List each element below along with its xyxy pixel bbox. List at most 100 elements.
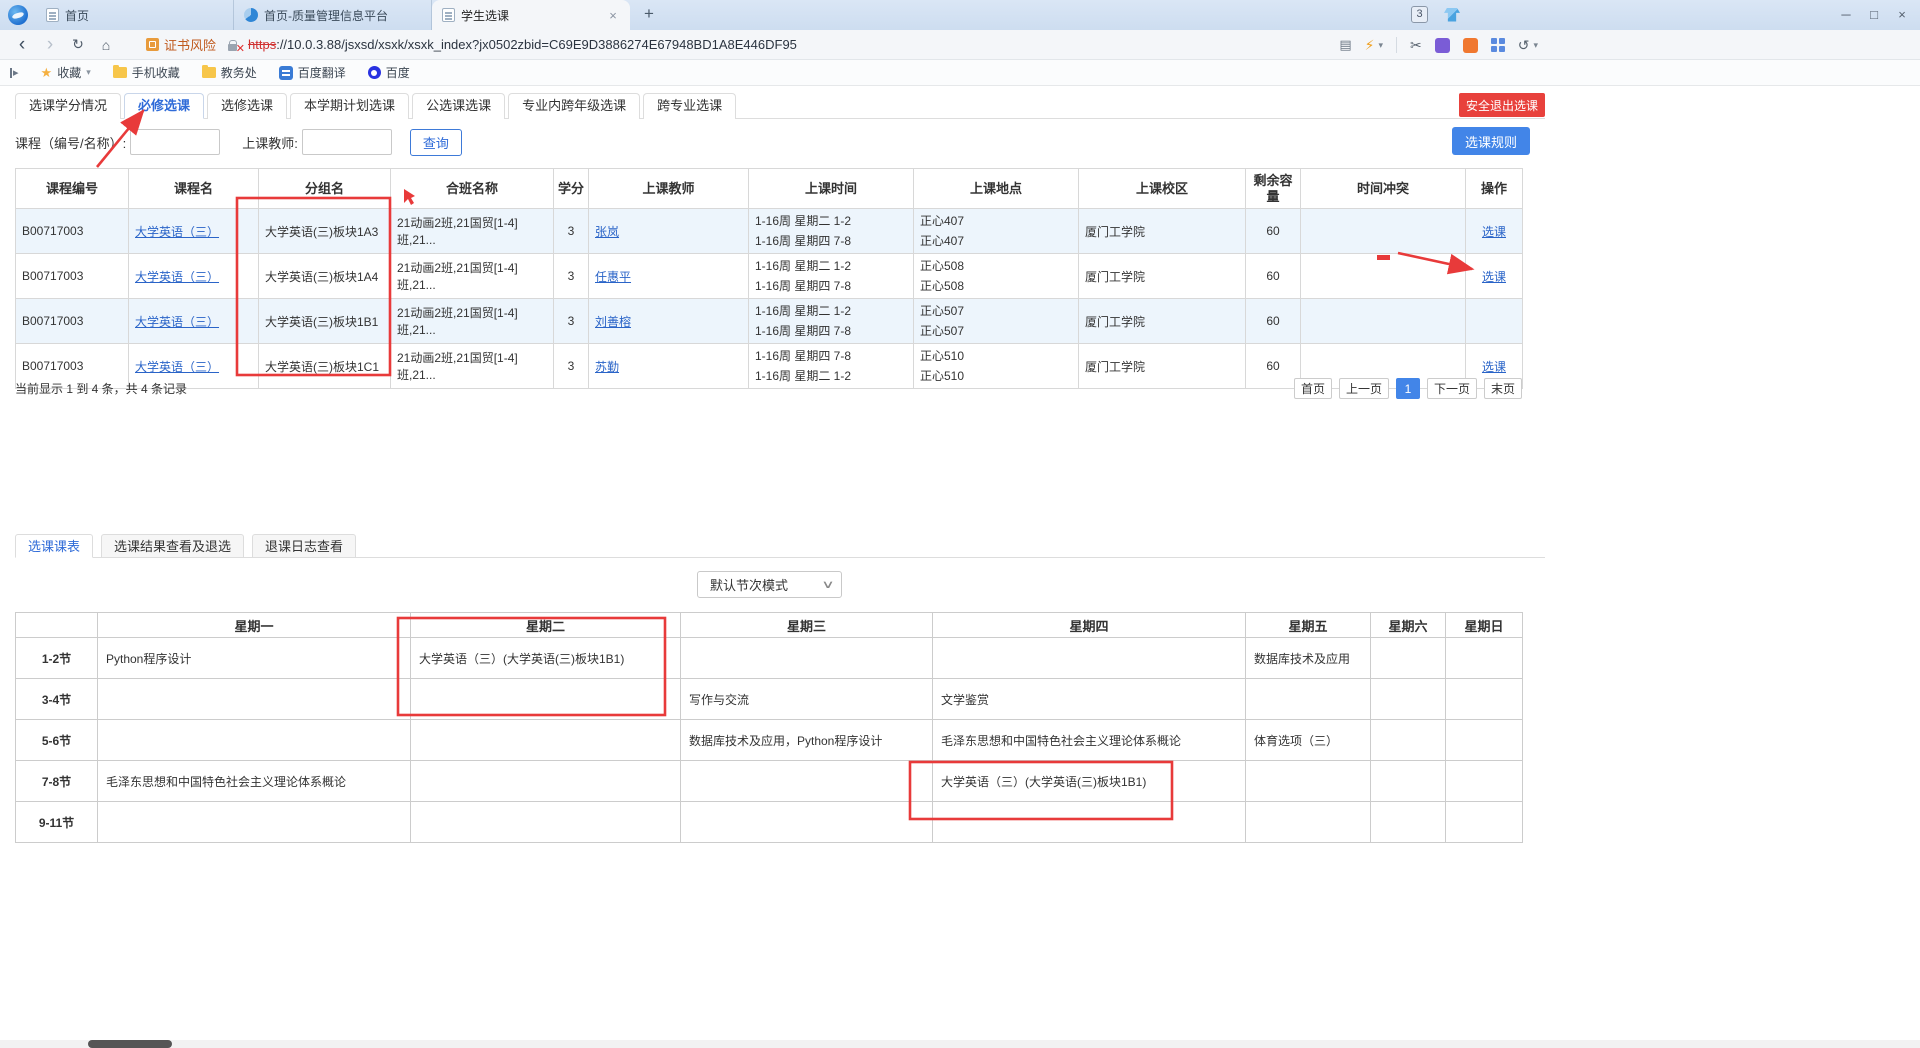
day-header: 星期二: [411, 613, 681, 638]
tab-selection-results[interactable]: 选课结果查看及退选: [101, 534, 244, 558]
last-page-button[interactable]: 末页: [1484, 378, 1522, 399]
address-bar-tools: ▤ ⚡ ▾ ✂ ↺ ▾: [1339, 30, 1538, 60]
browser-tab-qms[interactable]: 首页-质量管理信息平台: [234, 0, 432, 30]
course-name-link[interactable]: 大学英语（三）: [135, 225, 219, 239]
course-name-link[interactable]: 大学英语（三）: [135, 360, 219, 374]
forward-icon[interactable]: ›: [36, 34, 64, 56]
timetable-cell: [1446, 679, 1523, 720]
select-course-link[interactable]: 选课: [1482, 225, 1506, 239]
teacher-search-input[interactable]: [302, 129, 392, 155]
logout-button[interactable]: 安全退出选课: [1459, 93, 1545, 117]
day-header: 星期一: [98, 613, 411, 638]
browser-tab-home[interactable]: 首页: [36, 0, 234, 30]
timetable-cell: [411, 761, 681, 802]
tab-required-course[interactable]: 必修选课: [124, 93, 204, 119]
maximize-button[interactable]: □: [1860, 0, 1888, 30]
close-tab-icon[interactable]: ×: [606, 8, 620, 23]
group-name: 大学英语(三)板块1B1: [259, 299, 391, 344]
prev-page-button[interactable]: 上一页: [1339, 378, 1389, 399]
column-header-classes: 合班名称: [391, 169, 554, 209]
cert-warning-label[interactable]: 证书风险: [164, 35, 216, 54]
scrollbar-thumb[interactable]: [88, 1040, 172, 1048]
close-button[interactable]: ×: [1888, 0, 1916, 30]
tab-cross-major[interactable]: 跨专业选课: [643, 93, 736, 119]
minimize-button[interactable]: ─: [1832, 0, 1860, 30]
query-button[interactable]: 查询: [410, 129, 462, 156]
reader-mode-icon[interactable]: ▤: [1339, 37, 1351, 53]
day-header: 星期三: [681, 613, 933, 638]
day-header: 星期六: [1371, 613, 1446, 638]
extension-icon[interactable]: [1463, 38, 1478, 53]
site-favicon: [244, 8, 258, 22]
teacher-link[interactable]: 任惠平: [595, 270, 631, 284]
tab-credit-status[interactable]: 选课学分情况: [15, 93, 121, 119]
bookmark-baidu-translate[interactable]: 百度翻译: [279, 64, 346, 81]
bookmark-folder-jiaowu[interactable]: 教务处: [202, 64, 257, 81]
teacher-search-label: 上课教师:: [242, 133, 298, 152]
timetable-cell: [411, 802, 681, 843]
bookmark-baidu[interactable]: 百度: [368, 64, 410, 81]
tab-public-elective[interactable]: 公选课选课: [412, 93, 505, 119]
back-icon[interactable]: ‹: [8, 34, 36, 56]
timetable-cell: 毛泽东思想和中国特色社会主义理论体系概论: [98, 761, 411, 802]
timetable-cell: [1446, 761, 1523, 802]
tab-timetable[interactable]: 选课课表: [15, 534, 93, 558]
timetable-corner: [16, 613, 98, 638]
timetable-cell: [1446, 638, 1523, 679]
timetable: 星期一 星期二 星期三 星期四 星期五 星期六 星期日 1-2节 Python程…: [15, 612, 1523, 843]
teacher-link[interactable]: 刘善榕: [595, 315, 631, 329]
apps-grid-icon[interactable]: [1491, 38, 1505, 52]
timetable-cell: [1246, 679, 1371, 720]
select-course-link[interactable]: 选课: [1482, 270, 1506, 284]
column-header-group: 分组名: [259, 169, 391, 209]
sidebar-toggle-icon[interactable]: ▸: [10, 66, 19, 79]
timetable-cell: [1446, 720, 1523, 761]
timetable-cell: [1371, 638, 1446, 679]
tab-cross-grade[interactable]: 专业内跨年级选课: [508, 93, 640, 119]
select-course-link[interactable]: 选课: [1482, 360, 1506, 374]
current-page-button[interactable]: 1: [1396, 378, 1420, 399]
timetable-cell: 数据库技术及应用，Python程序设计: [681, 720, 933, 761]
chevron-down-icon[interactable]: ▾: [1533, 40, 1538, 51]
home-icon[interactable]: ⌂: [92, 37, 120, 53]
chevron-down-icon: ∨: [821, 578, 835, 591]
timetable-header-row: 星期一 星期二 星期三 星期四 星期五 星期六 星期日: [16, 613, 1523, 638]
teacher-link[interactable]: 苏勤: [595, 360, 619, 374]
translate-extension-icon[interactable]: [1435, 38, 1450, 53]
period-mode-select[interactable]: 默认节次模式 ∨: [697, 571, 842, 598]
timetable-cell: 体育选项（三）: [1246, 720, 1371, 761]
tab-semester-plan[interactable]: 本学期计划选课: [290, 93, 409, 119]
horizontal-scrollbar[interactable]: [0, 1040, 1920, 1048]
teacher-link[interactable]: 张岚: [595, 225, 619, 239]
tab-elective-course[interactable]: 选修选课: [207, 93, 287, 119]
course-name-link[interactable]: 大学英语（三）: [135, 270, 219, 284]
pagination-summary: 当前显示 1 到 4 条，共 4 条记录: [15, 380, 187, 397]
timetable-cell: 大学英语（三）(大学英语(三)板块1B1): [933, 761, 1246, 802]
first-page-button[interactable]: 首页: [1294, 378, 1332, 399]
timetable-cell: 文学鉴赏: [933, 679, 1246, 720]
skin-theme-icon[interactable]: [1444, 8, 1460, 22]
next-page-button[interactable]: 下一页: [1427, 378, 1477, 399]
credit: 3: [554, 254, 589, 299]
speed-mode-icon[interactable]: ⚡: [1365, 37, 1375, 54]
timetable-cell: [1246, 802, 1371, 843]
remaining-capacity: 60: [1246, 254, 1301, 299]
undo-icon[interactable]: ↺: [1518, 37, 1530, 54]
period-label: 7-8节: [16, 761, 98, 802]
course-name-link[interactable]: 大学英语（三）: [135, 315, 219, 329]
browser-tab-student-course[interactable]: 学生选课 ×: [432, 0, 630, 30]
browser-logo-icon[interactable]: [8, 5, 28, 25]
refresh-icon[interactable]: ↻: [64, 36, 92, 53]
url-field[interactable]: 证书风险 ✕ https ://10.0.3.88/jsxsd/xsxk/xsx…: [146, 35, 1920, 54]
screenshot-scissors-icon[interactable]: ✂: [1410, 37, 1422, 54]
timetable-row: 3-4节 写作与交流 文学鉴赏: [16, 679, 1523, 720]
course-search-input[interactable]: [130, 129, 220, 155]
bookmark-favorites[interactable]: ★ 收藏 ▾: [41, 64, 91, 81]
tab-withdraw-log[interactable]: 退课日志查看: [252, 534, 356, 558]
bookmark-folder-mobile[interactable]: 手机收藏: [113, 64, 180, 81]
extension-count-badge[interactable]: 3: [1411, 6, 1428, 23]
timetable-cell: [1371, 720, 1446, 761]
new-tab-button[interactable]: +: [636, 3, 662, 27]
chevron-down-icon[interactable]: ▾: [1378, 40, 1383, 51]
rules-button[interactable]: 选课规则: [1452, 127, 1530, 155]
